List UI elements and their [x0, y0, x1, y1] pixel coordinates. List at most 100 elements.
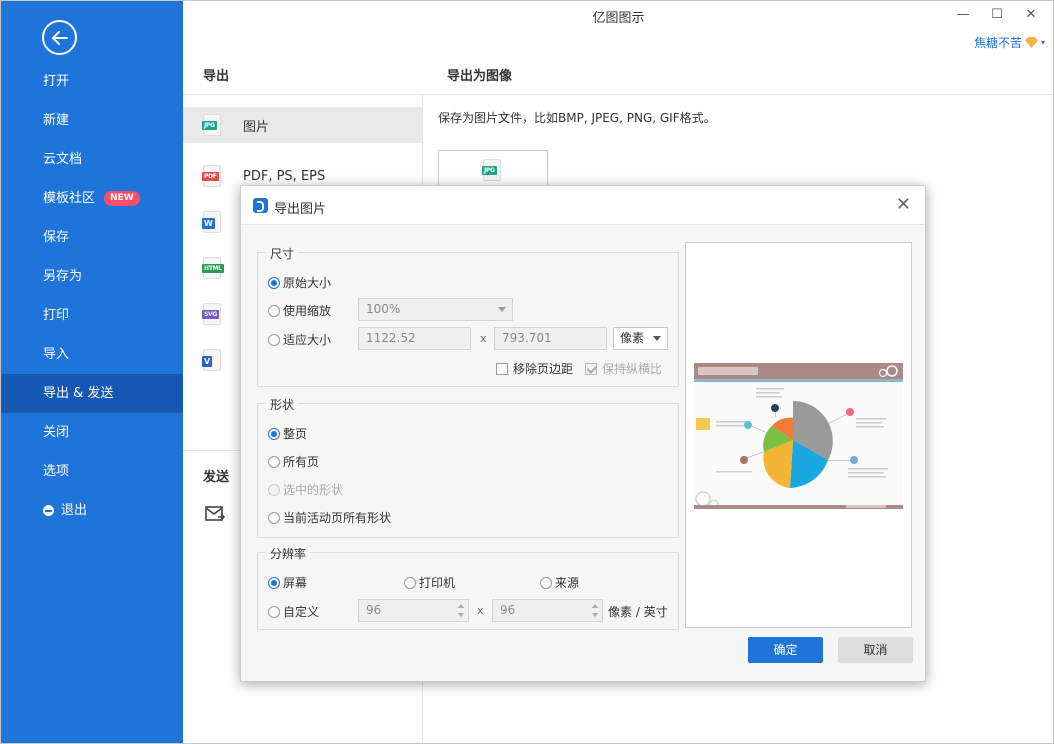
- resolution-legend: 分辨率: [266, 545, 311, 562]
- user-name: 焦糖不苦: [973, 36, 1022, 50]
- minimize-button[interactable]: —: [948, 4, 978, 26]
- custom-dpi-label: 自定义: [283, 605, 320, 619]
- sidebar-item-exit[interactable]: 退出: [0, 491, 183, 530]
- sidebar-item-print[interactable]: 打印: [0, 296, 183, 335]
- fit-size-option[interactable]: 适应大小: [268, 331, 331, 348]
- jpg-file-icon: JPG: [202, 114, 221, 136]
- unit-select[interactable]: 像素: [613, 327, 668, 350]
- visio-file-icon: V: [202, 349, 221, 371]
- dialog-title: 导出图片: [274, 202, 327, 217]
- scale-value: 100%: [366, 302, 401, 316]
- sidebar-item-save[interactable]: 保存: [0, 218, 183, 257]
- sidebar-item-new[interactable]: 新建: [0, 101, 183, 140]
- size-legend: 尺寸: [266, 245, 299, 262]
- divider: [183, 94, 1054, 95]
- sidebar-item-save-as[interactable]: 另存为: [0, 257, 183, 296]
- shape-group: 形状 整页 所有页 选中的形状 当前活动页所有形状: [257, 396, 679, 538]
- selected-shapes-radio[interactable]: [268, 483, 280, 496]
- dpi-x-value: 96: [366, 603, 382, 617]
- remove-margin-checkbox[interactable]: [496, 362, 508, 375]
- screen-option[interactable]: 屏幕: [268, 574, 307, 591]
- all-pages-option[interactable]: 所有页: [268, 453, 319, 470]
- whole-page-radio[interactable]: [268, 427, 280, 440]
- dpi-x-stepper[interactable]: 96: [358, 599, 469, 622]
- export-item-image[interactable]: JPG 图片: [183, 107, 422, 143]
- sidebar-item-label: 另存为: [43, 269, 83, 284]
- screen-label: 屏幕: [283, 576, 308, 590]
- html-file-icon: HTML: [202, 257, 224, 279]
- custom-dpi-option[interactable]: 自定义: [268, 603, 319, 620]
- sidebar-item-close[interactable]: 关闭: [0, 413, 183, 452]
- height-input[interactable]: 793.701: [494, 327, 607, 350]
- keep-ratio-option[interactable]: 保持纵横比: [585, 360, 662, 377]
- back-button[interactable]: [42, 20, 77, 55]
- printer-radio[interactable]: [404, 576, 416, 589]
- current-page-shapes-label: 当前活动页所有形状: [283, 511, 392, 525]
- export-preview: [685, 242, 912, 628]
- fit-size-radio[interactable]: [268, 333, 280, 346]
- app-logo-icon: [253, 198, 268, 213]
- window-title: 亿图图示: [592, 11, 645, 26]
- export-image-description: 保存为图片文件，比如BMP, JPEG, PNG, GIF格式。: [438, 111, 716, 125]
- original-size-radio[interactable]: [268, 276, 280, 289]
- fit-size-label: 适应大小: [283, 333, 332, 347]
- printer-option[interactable]: 打印机: [404, 574, 455, 591]
- source-option[interactable]: 来源: [540, 574, 579, 591]
- mail-send-icon[interactable]: [205, 506, 225, 522]
- custom-dpi-radio[interactable]: [268, 605, 280, 618]
- selected-shapes-label: 选中的形状: [283, 483, 344, 497]
- send-header: 发送: [203, 470, 230, 485]
- current-page-shapes-option[interactable]: 当前活动页所有形状: [268, 509, 391, 526]
- sidebar-item-open[interactable]: 打开: [0, 62, 183, 101]
- pdf-file-icon: PDF: [202, 165, 221, 187]
- close-window-button[interactable]: ✕: [1016, 4, 1046, 26]
- dpi-y-stepper[interactable]: 96: [492, 599, 603, 622]
- selected-shapes-option[interactable]: 选中的形状: [268, 481, 343, 498]
- user-menu[interactable]: 焦糖不苦 ▾: [974, 34, 1045, 51]
- cancel-button[interactable]: 取消: [838, 637, 913, 663]
- sidebar-item-export-send[interactable]: 导出 & 发送: [0, 374, 183, 413]
- sidebar-item-label: 退出: [61, 503, 88, 518]
- scale-radio[interactable]: [268, 304, 280, 317]
- current-page-shapes-radio[interactable]: [268, 511, 280, 524]
- sidebar-item-import[interactable]: 导入: [0, 335, 183, 374]
- whole-page-option[interactable]: 整页: [268, 425, 307, 442]
- whole-page-label: 整页: [283, 427, 308, 441]
- sidebar-item-label: 模板社区: [43, 191, 96, 206]
- stepper-down-icon[interactable]: [458, 613, 464, 617]
- image-format-card[interactable]: JPG: [438, 150, 548, 190]
- sidebar-item-label: 打印: [43, 308, 70, 323]
- vip-gem-icon: [1024, 37, 1038, 48]
- dpi-y-value: 96: [500, 603, 516, 617]
- maximize-button[interactable]: ☐: [982, 4, 1012, 26]
- export-image-header: 导出为图像: [447, 69, 513, 84]
- all-pages-radio[interactable]: [268, 455, 280, 468]
- times-sign: x: [480, 332, 487, 345]
- exit-icon: [43, 505, 54, 516]
- chevron-down-icon: ▾: [1040, 38, 1045, 47]
- sidebar-item-options[interactable]: 选项: [0, 452, 183, 491]
- title-bar: 亿图图示 — ☐ ✕: [183, 0, 1054, 30]
- stepper-down-icon[interactable]: [592, 613, 598, 617]
- sidebar-item-label: 新建: [43, 113, 70, 128]
- ok-button[interactable]: 确定: [748, 637, 823, 663]
- scale-option[interactable]: 使用缩放: [268, 302, 331, 319]
- sidebar-item-template-community[interactable]: 模板社区 NEW: [0, 179, 183, 218]
- dialog-close-button[interactable]: ✕: [896, 194, 911, 215]
- original-size-option[interactable]: 原始大小: [268, 274, 331, 291]
- diagram-preview-image: [694, 363, 903, 509]
- remove-margin-option[interactable]: 移除页边距: [496, 360, 573, 377]
- sidebar-item-label: 云文档: [43, 152, 83, 167]
- keep-ratio-checkbox[interactable]: [585, 362, 597, 375]
- scale-label: 使用缩放: [283, 304, 332, 318]
- sidebar-item-label: 选项: [43, 464, 70, 479]
- dialog-title-bar: 导出图片 ✕: [241, 186, 925, 225]
- stepper-up-icon[interactable]: [592, 604, 598, 608]
- source-radio[interactable]: [540, 576, 552, 589]
- screen-radio[interactable]: [268, 576, 280, 589]
- source-label: 来源: [555, 576, 580, 590]
- sidebar-item-cloud-docs[interactable]: 云文档: [0, 140, 183, 179]
- scale-select[interactable]: 100%: [358, 298, 513, 321]
- width-input[interactable]: 1122.52: [358, 327, 471, 350]
- stepper-up-icon[interactable]: [458, 604, 464, 608]
